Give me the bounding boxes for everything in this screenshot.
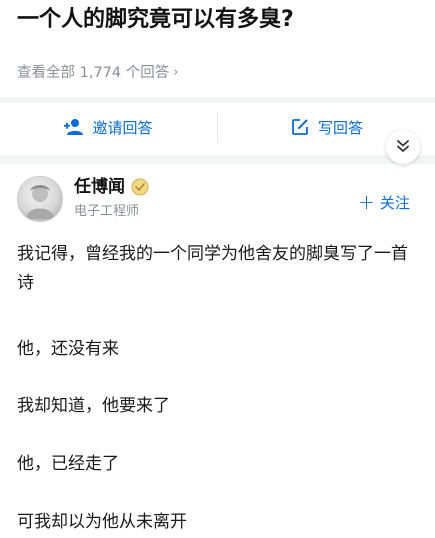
write-answer-label: 写回答 (317, 118, 363, 137)
author-name: 任博闻 (74, 177, 125, 197)
edit-icon (290, 117, 310, 137)
verified-badge-icon (131, 178, 149, 196)
answer-author-row: 任博闻 电子工程师 + 关注 (0, 168, 435, 232)
invite-answer-button[interactable]: 邀请回答 (0, 103, 217, 151)
view-all-label: 查看全部 1,774 个回答 (17, 65, 170, 81)
answer-paragraph: 可我却以为他从未离开 (17, 512, 187, 532)
plus-icon: + (358, 190, 375, 214)
add-user-icon (64, 117, 84, 137)
chevron-right-icon: › (173, 65, 179, 80)
view-all-answers-link[interactable]: 查看全部 1,774 个回答 › (17, 61, 178, 85)
double-chevron-down-icon (396, 138, 410, 157)
author-title: 电子工程师 (74, 204, 140, 219)
answer-paragraph: 我记得，曾经我的一个同学为他舍友的脚臭写了一首诗 (17, 244, 408, 293)
question-title: 一个人的脚究竟可以有多臭? (17, 7, 294, 32)
collapse-toggle-button[interactable] (386, 130, 420, 164)
author-name-group[interactable]: 任博闻 (74, 175, 149, 199)
answer-paragraph: 他，还没有来 (17, 339, 119, 359)
section-divider (0, 155, 435, 164)
answer-paragraph: 我却知道，他要来了 (17, 396, 170, 416)
follow-label: 关注 (379, 193, 410, 212)
answer-paragraph: 他，已经走了 (17, 454, 119, 474)
follow-button[interactable]: + 关注 (348, 188, 420, 216)
question-action-bar: 邀请回答 写回答 (0, 103, 435, 151)
avatar[interactable] (17, 176, 63, 222)
invite-answer-label: 邀请回答 (92, 118, 153, 137)
